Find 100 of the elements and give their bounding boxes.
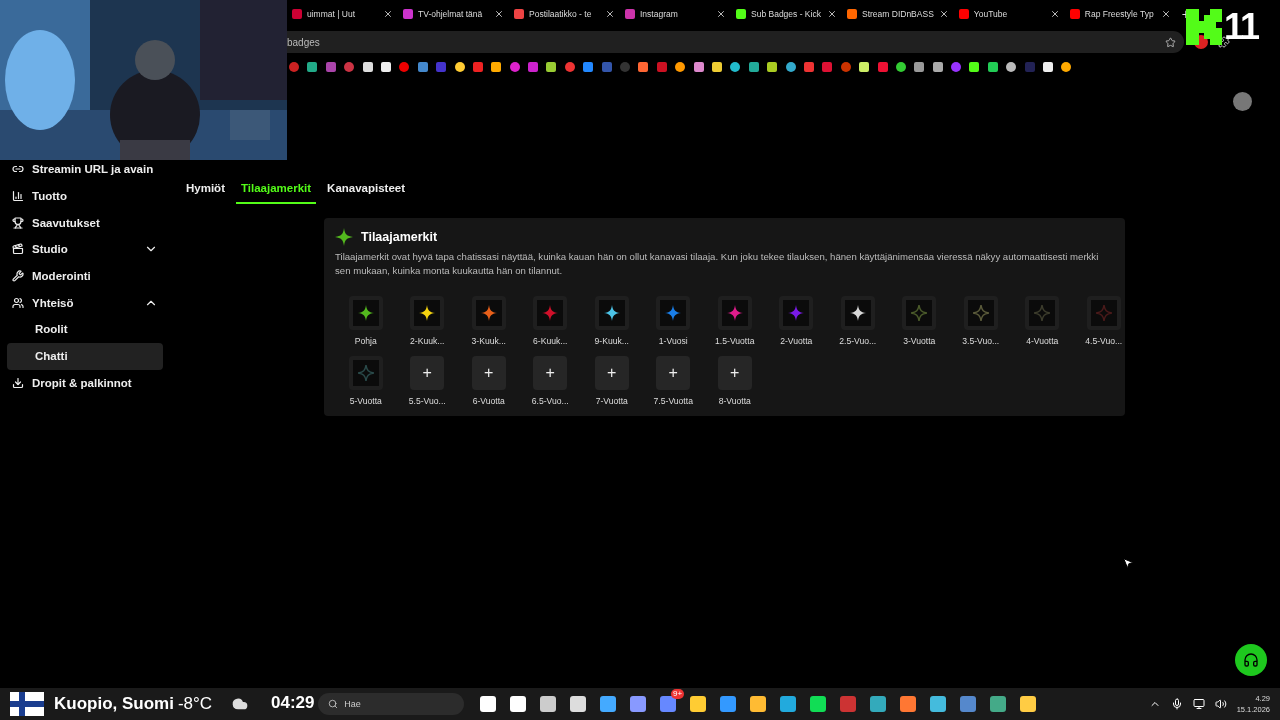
taskbar-app-icon[interactable] bbox=[630, 696, 647, 712]
browser-tab[interactable]: Rap Freestyle Typ bbox=[1064, 0, 1176, 28]
sidebar-item[interactable]: Streamin URL ja avain bbox=[7, 156, 163, 183]
bookmark-icon[interactable] bbox=[859, 62, 870, 72]
tab[interactable]: Hymiöt bbox=[186, 180, 225, 204]
overlay-counter: 11 bbox=[1224, 6, 1259, 48]
tab[interactable]: Tilaajamerkit bbox=[236, 180, 317, 204]
bookmark-icon[interactable] bbox=[1043, 62, 1053, 72]
browser-tab[interactable]: Sub Badges - Kick bbox=[731, 0, 842, 28]
badge-label: Pohja bbox=[354, 335, 377, 346]
avatar[interactable] bbox=[1233, 92, 1252, 111]
close-icon[interactable] bbox=[1160, 9, 1171, 19]
close-icon[interactable] bbox=[383, 9, 393, 19]
badge-label: 6-Kuuk... bbox=[533, 335, 568, 346]
bookmark-icon[interactable] bbox=[693, 62, 704, 72]
add-badge-button[interactable]: + bbox=[533, 355, 568, 390]
bookmark-icon[interactable] bbox=[969, 62, 980, 72]
bookmark-icon[interactable] bbox=[546, 62, 557, 72]
badge-slot[interactable] bbox=[471, 295, 506, 330]
taskbar-app-icon[interactable] bbox=[930, 696, 947, 712]
bookmark-icon[interactable] bbox=[491, 62, 502, 72]
close-icon[interactable] bbox=[1049, 9, 1060, 19]
browser-tab[interactable]: Postilaatikko - te bbox=[509, 0, 620, 28]
sidebar-item[interactable]: Dropit & palkinnot bbox=[7, 369, 163, 397]
bookmark-icon[interactable] bbox=[730, 62, 741, 72]
taskbar-app-icon[interactable] bbox=[480, 696, 497, 712]
taskbar-app-icon[interactable] bbox=[540, 696, 557, 712]
sidebar-item[interactable]: Yhteisö bbox=[7, 289, 163, 317]
badge-label: 8-Vuotta bbox=[718, 395, 751, 406]
bookmark-icon[interactable] bbox=[307, 62, 318, 72]
bookmark-icon[interactable] bbox=[454, 62, 465, 72]
bookmark-icon[interactable] bbox=[914, 62, 925, 72]
bookmark-icon[interactable] bbox=[1061, 62, 1072, 72]
tab[interactable]: Kanavapisteet bbox=[327, 180, 406, 204]
taskbar-app-icon[interactable] bbox=[690, 696, 707, 712]
browser-tab[interactable]: Stream DIDnBASS bbox=[842, 0, 954, 28]
browser-tab[interactable]: Instagram bbox=[620, 0, 731, 28]
browser-tab[interactable]: uimmat | Uut bbox=[287, 0, 398, 28]
bookmark-star-icon[interactable] bbox=[1165, 36, 1176, 48]
badge-label: 2.5-Vuo... bbox=[839, 335, 877, 346]
add-badge-button[interactable]: + bbox=[410, 355, 445, 390]
badge-slot[interactable] bbox=[348, 295, 383, 330]
bookmark-icon[interactable] bbox=[767, 62, 778, 72]
taskbar-app-icon[interactable] bbox=[1020, 696, 1037, 712]
badge-label: 1.5-Vuotta bbox=[715, 335, 755, 346]
add-badge-button[interactable]: + bbox=[594, 355, 629, 390]
close-icon[interactable] bbox=[716, 9, 726, 19]
volume-icon[interactable] bbox=[1214, 698, 1227, 710]
badge-slot[interactable] bbox=[840, 295, 875, 330]
bookmark-icon[interactable] bbox=[583, 62, 594, 72]
help-button[interactable] bbox=[1235, 644, 1267, 676]
taskbar-app-icon[interactable] bbox=[810, 696, 827, 712]
close-icon[interactable] bbox=[827, 9, 837, 19]
bookmark-icon[interactable] bbox=[380, 62, 391, 72]
taskbar-app-icon[interactable] bbox=[750, 696, 767, 712]
bookmark-icon[interactable] bbox=[362, 62, 373, 72]
bookmark-icon[interactable] bbox=[712, 62, 722, 72]
sidebar-item[interactable]: Saavutukset bbox=[7, 209, 163, 237]
badge-label: 4.5-Vuo... bbox=[1085, 335, 1123, 346]
bookmark-icon[interactable] bbox=[638, 62, 649, 72]
address-bar[interactable]: badges bbox=[287, 31, 1184, 53]
badge-label: 9-Kuuk... bbox=[594, 335, 629, 346]
taskbar-app-icon[interactable] bbox=[990, 696, 1007, 712]
display-icon[interactable] bbox=[1192, 698, 1205, 710]
bookmark-icon[interactable] bbox=[895, 62, 906, 72]
taskbar-app-icon[interactable] bbox=[600, 696, 617, 712]
add-badge-button[interactable]: + bbox=[471, 355, 506, 390]
browser-tab[interactable]: TV-ohjelmat tänä bbox=[398, 0, 509, 28]
sidebar-item[interactable]: Moderointi bbox=[7, 262, 163, 290]
bookmark-icon[interactable] bbox=[675, 62, 686, 72]
microphone-icon[interactable] bbox=[1170, 698, 1183, 710]
bookmark-icon[interactable] bbox=[748, 62, 759, 72]
bookmark-icon[interactable] bbox=[932, 62, 943, 72]
taskbar-app-icon[interactable] bbox=[780, 696, 797, 712]
flag-icon bbox=[10, 692, 44, 716]
sidebar-item[interactable]: Chatti bbox=[7, 342, 163, 370]
taskbar-app-icon[interactable] bbox=[570, 696, 587, 712]
bookmark-icon[interactable] bbox=[1006, 62, 1017, 72]
sidebar-item[interactable]: Tuotto bbox=[7, 182, 163, 210]
sidebar-item-icon bbox=[12, 376, 24, 389]
bookmark-icon[interactable] bbox=[987, 62, 998, 72]
badge-slot[interactable] bbox=[410, 295, 445, 330]
sidebar-item[interactable]: Roolit bbox=[7, 316, 163, 343]
badge-label: 3-Kuuk... bbox=[471, 335, 506, 346]
favicon-icon bbox=[958, 9, 969, 19]
bookmark-icon[interactable] bbox=[785, 62, 796, 72]
search-field[interactable]: Hae bbox=[318, 693, 465, 715]
taskbar-app-icon[interactable] bbox=[720, 696, 737, 712]
taskbar-app-icon[interactable] bbox=[510, 696, 527, 712]
taskbar-app-icon[interactable] bbox=[900, 696, 917, 712]
close-icon[interactable] bbox=[938, 9, 949, 19]
close-icon[interactable] bbox=[494, 9, 504, 19]
browser-tab[interactable]: YouTube bbox=[953, 0, 1065, 28]
badge-slot[interactable] bbox=[594, 295, 629, 330]
add-badge-button[interactable]: + bbox=[656, 355, 691, 390]
favicon-icon bbox=[403, 9, 413, 19]
taskbar-app-icon[interactable] bbox=[870, 696, 887, 712]
close-icon[interactable] bbox=[605, 9, 615, 19]
add-badge-button[interactable]: + bbox=[717, 355, 752, 390]
sidebar-item[interactable]: Studio bbox=[7, 236, 163, 263]
